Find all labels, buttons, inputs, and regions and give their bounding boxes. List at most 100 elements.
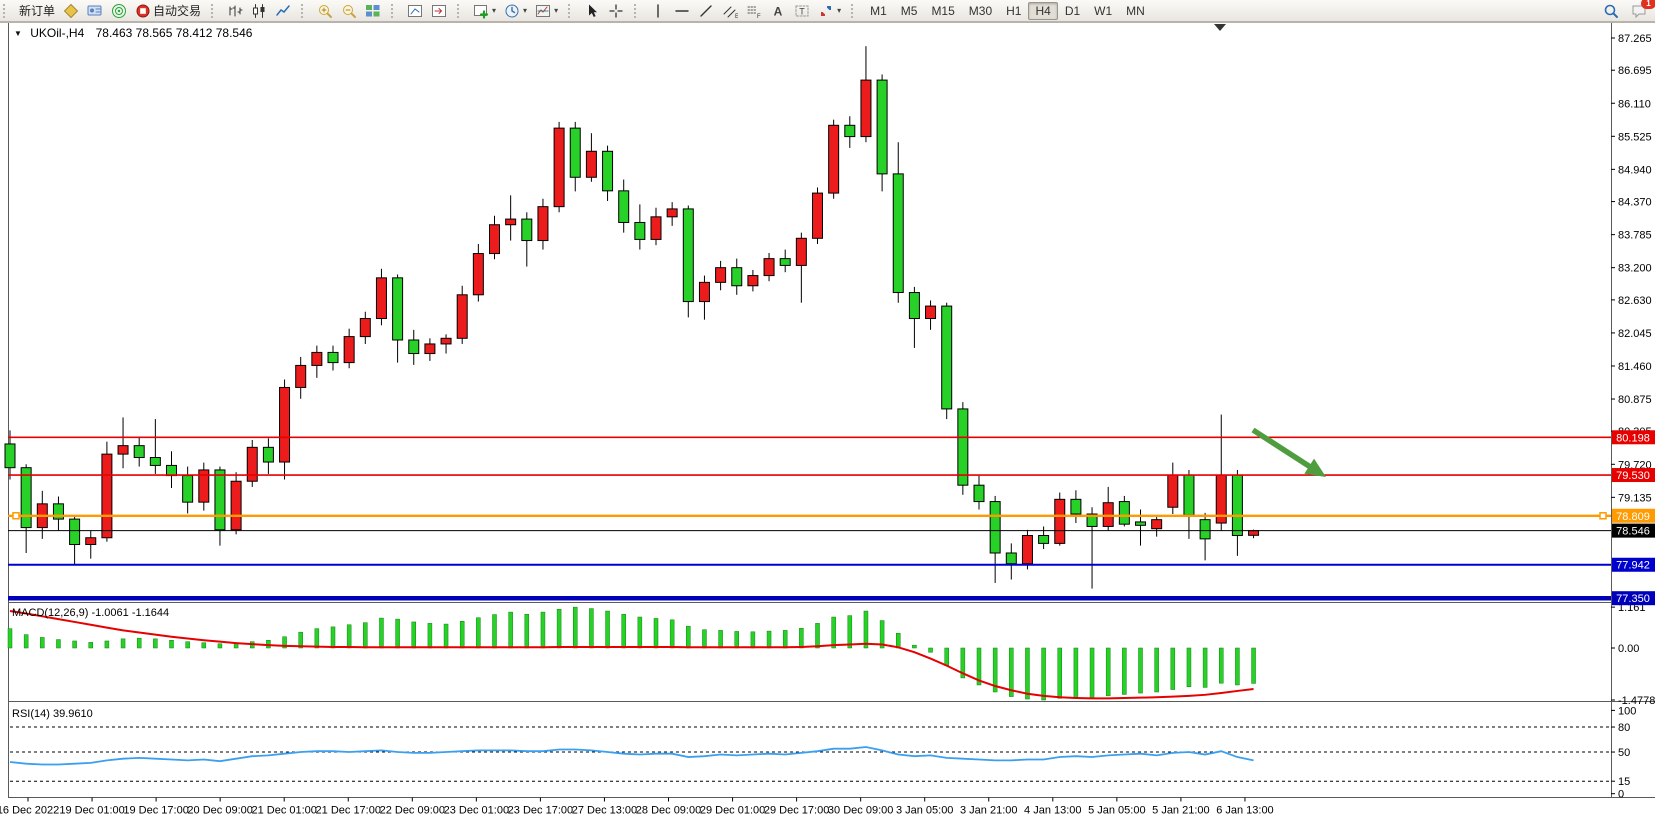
tile-windows-button[interactable]	[361, 1, 385, 21]
indicators-button[interactable]: ▾	[469, 1, 500, 21]
fibonacci-icon: F	[746, 3, 762, 19]
toolbar-separator	[301, 4, 307, 18]
timeframe-m30-button[interactable]: M30	[962, 2, 999, 20]
trendline-button[interactable]	[694, 1, 718, 21]
chart-window: ▼ UKOil-,H4 78.463 78.565 78.412 78.546 …	[0, 22, 1655, 822]
zoom-out-icon	[341, 3, 357, 19]
toolbar-separator	[851, 4, 857, 18]
svg-text:19 Dec 01:00: 19 Dec 01:00	[59, 805, 124, 817]
toolbar-group: 新订单 自动交易	[12, 0, 208, 21]
toolbar-group: E F AT ▾	[643, 0, 848, 21]
svg-text:84.940: 84.940	[1618, 164, 1652, 176]
caret-down-icon[interactable]: ▾	[492, 6, 496, 15]
equidistant-channel-button[interactable]: E	[718, 1, 742, 21]
data-window-button[interactable]	[83, 1, 107, 21]
zoom-in-icon	[317, 3, 333, 19]
vertical-line-icon	[650, 3, 666, 19]
svg-text:79.135: 79.135	[1618, 492, 1652, 504]
price-badge-77.942: 77.942	[1616, 560, 1650, 572]
line-chart-icon	[275, 3, 291, 19]
autotrading-button[interactable]: 自动交易	[131, 0, 205, 21]
svg-text:F: F	[757, 14, 761, 19]
timeframe-w1-button[interactable]: W1	[1087, 2, 1119, 20]
timeframe-mn-label: MN	[1126, 4, 1145, 18]
cursor-button[interactable]	[580, 1, 604, 21]
expand-arrow-icon[interactable]: ▼	[14, 29, 22, 38]
toolbar-group	[310, 0, 388, 21]
svg-text:E: E	[735, 14, 738, 19]
toolbar-group	[400, 0, 454, 21]
templates-button[interactable]: ▾	[531, 1, 562, 21]
rsi-indicator-label: RSI(14) 39.9610	[12, 708, 93, 720]
bar-chart-button[interactable]	[223, 1, 247, 21]
svg-text:80.875: 80.875	[1618, 394, 1652, 406]
search-icon	[1603, 3, 1619, 19]
toolbar-group	[220, 0, 298, 21]
price-badge-78.546: 78.546	[1616, 526, 1650, 538]
timeframe-h4-button[interactable]: H4	[1028, 2, 1057, 20]
svg-text:82.045: 82.045	[1618, 328, 1652, 340]
timeframe-h1-label: H1	[1006, 4, 1021, 18]
svg-text:5 Jan 21:00: 5 Jan 21:00	[1152, 805, 1210, 817]
svg-text:4 Jan 13:00: 4 Jan 13:00	[1024, 805, 1082, 817]
periods-button[interactable]: ▾	[500, 1, 531, 21]
chart-ohlc-values: 78.463 78.565 78.412 78.546	[96, 26, 253, 40]
chart-shift-button[interactable]	[427, 1, 451, 21]
navigator-button[interactable]	[107, 1, 131, 21]
navigator-icon	[111, 3, 127, 19]
caret-down-icon[interactable]: ▾	[554, 6, 558, 15]
market-watch-icon	[63, 3, 79, 19]
horizontal-line-button[interactable]	[670, 1, 694, 21]
bar-chart-icon	[227, 3, 243, 19]
trendline-icon	[698, 3, 714, 19]
crosshair-button[interactable]	[604, 1, 628, 21]
timeframe-m15-button[interactable]: M15	[924, 2, 961, 20]
svg-text:16 Dec 2022: 16 Dec 2022	[0, 805, 59, 817]
arrows-button[interactable]: ▾	[814, 1, 845, 21]
svg-text:23 Dec 01:00: 23 Dec 01:00	[444, 805, 509, 817]
vertical-line-button[interactable]	[646, 1, 670, 21]
timeframe-h4-label: H4	[1035, 4, 1050, 18]
svg-text:23 Dec 17:00: 23 Dec 17:00	[508, 805, 573, 817]
templates-icon	[535, 3, 551, 19]
new-order-button[interactable]: 新订单	[15, 0, 59, 21]
caret-down-icon[interactable]: ▾	[523, 6, 527, 15]
zoom-in-button[interactable]	[313, 1, 337, 21]
candlestick-chart-icon	[251, 3, 267, 19]
text-label-button[interactable]: T	[790, 1, 814, 21]
fibonacci-button[interactable]: F	[742, 1, 766, 21]
zoom-out-button[interactable]	[337, 1, 361, 21]
cursor-icon	[584, 3, 600, 19]
main-toolbar: 新订单自动交易▾▾▾EFAT▾M1M5M15M30H1H4D1W1MN 1	[0, 0, 1655, 22]
text-icon: A	[770, 3, 786, 19]
svg-text:20 Dec 09:00: 20 Dec 09:00	[187, 805, 252, 817]
toolbar-buttons: 新订单 自动交易 ▾ ▾ ▾ E F AT ▾ M1 M5 M15M30 H1 H4 D1 W1 MN	[0, 0, 1155, 21]
autotrading-icon	[135, 3, 151, 19]
timeframe-m5-button[interactable]: M5	[894, 2, 925, 20]
timeframe-m5-label: M5	[901, 4, 918, 18]
svg-text:29 Dec 01:00: 29 Dec 01:00	[700, 805, 765, 817]
caret-down-icon[interactable]: ▾	[837, 6, 841, 15]
search-button[interactable]	[1599, 1, 1623, 21]
auto-arrange-button[interactable]	[403, 1, 427, 21]
svg-text:0.00: 0.00	[1618, 643, 1639, 655]
timeframe-d1-button[interactable]: D1	[1058, 2, 1087, 20]
timeframe-h1-button[interactable]: H1	[999, 2, 1028, 20]
svg-text:19 Dec 17:00: 19 Dec 17:00	[123, 805, 188, 817]
toolbar-separator	[211, 4, 217, 18]
svg-text:28 Dec 09:00: 28 Dec 09:00	[636, 805, 701, 817]
market-watch-button[interactable]	[59, 1, 83, 21]
svg-text:30 Dec 09:00: 30 Dec 09:00	[828, 805, 893, 817]
svg-text:21 Dec 17:00: 21 Dec 17:00	[316, 805, 381, 817]
timeframe-m1-label: M1	[870, 4, 887, 18]
text-button[interactable]: A	[766, 1, 790, 21]
timeframe-m1-button[interactable]: M1	[863, 2, 894, 20]
line-chart-button[interactable]	[271, 1, 295, 21]
toolbar-separator	[457, 4, 463, 18]
timeframe-w1-label: W1	[1094, 4, 1112, 18]
timeframe-mn-button[interactable]: MN	[1119, 2, 1152, 20]
candlestick-chart-button[interactable]	[247, 1, 271, 21]
arrows-icon	[818, 3, 834, 19]
svg-text:3 Jan 21:00: 3 Jan 21:00	[960, 805, 1018, 817]
chart-canvas[interactable]: 87.26586.69586.11085.52584.94084.37083.7…	[0, 22, 1655, 822]
